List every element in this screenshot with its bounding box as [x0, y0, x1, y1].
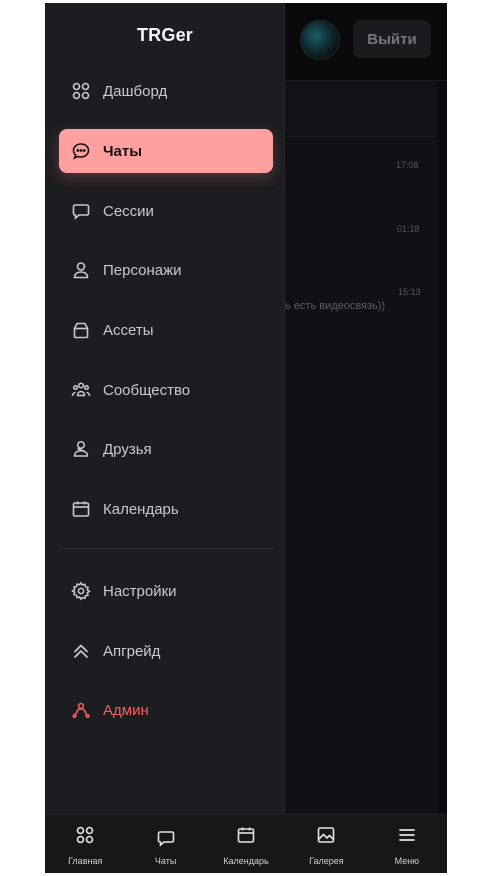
- drawer-item-chats[interactable]: Чаты: [59, 129, 273, 173]
- drawer-item-assets[interactable]: Ассеты: [59, 308, 273, 352]
- drawer-item-label: Админ: [103, 701, 149, 719]
- chat-time: 15:13: [398, 287, 421, 297]
- bottom-nav-home[interactable]: Главная: [45, 815, 125, 873]
- drawer-item-label: Друзья: [103, 440, 152, 458]
- drawer-item-label: Календарь: [103, 500, 179, 518]
- drawer-item-sessions[interactable]: Сессии: [59, 189, 273, 233]
- bottom-nav-menu[interactable]: Меню: [367, 815, 447, 873]
- calendar-icon: [236, 825, 256, 850]
- bottom-nav-label: Галерея: [309, 856, 344, 866]
- chat-last-message: ь есть видеосвязь)): [285, 300, 386, 312]
- drawer-item-label: Дашборд: [103, 82, 168, 100]
- bottom-nav-label: Календарь: [223, 856, 269, 866]
- logout-button[interactable]: Выйти: [353, 20, 431, 58]
- friends-icon: [71, 439, 91, 459]
- chat-list-panel: [285, 81, 437, 814]
- app-screen: Выйти 17:08 01:18 15:13 ь есть видеосвяз…: [45, 3, 447, 873]
- message-square-icon: [156, 825, 176, 853]
- grid-icon: [75, 825, 95, 850]
- app-title: TRGer: [136, 25, 193, 45]
- image-icon: [316, 825, 336, 850]
- drawer-item-dashboard[interactable]: Дашборд: [59, 69, 273, 113]
- grid-icon: [71, 81, 91, 101]
- calendar-icon: [71, 499, 91, 519]
- admin-icon: [71, 700, 91, 720]
- bottom-nav-chats[interactable]: Чаты: [125, 815, 205, 873]
- drawer-divider: [59, 548, 273, 549]
- chat-time: 01:18: [397, 224, 420, 234]
- drawer-item-settings[interactable]: Настройки: [59, 569, 273, 613]
- users-icon: [71, 380, 91, 400]
- side-drawer: TRGer Дашборд Чаты Сессии Персонажи Ассе…: [45, 3, 285, 814]
- drawer-item-label: Сообщество: [103, 381, 191, 399]
- chat-time: 17:08: [396, 160, 419, 170]
- user-icon: [71, 260, 91, 280]
- drawer-item-label: Сессии: [103, 202, 154, 220]
- chat-bubble-icon: [71, 141, 91, 161]
- drawer-item-admin[interactable]: Админ: [59, 688, 273, 732]
- drawer-item-characters[interactable]: Персонажи: [59, 248, 273, 292]
- gear-icon: [71, 581, 91, 601]
- drawer-item-label: Настройки: [103, 582, 177, 600]
- bottom-nav-label: Главная: [68, 856, 103, 866]
- message-square-icon: [71, 201, 91, 221]
- chevrons-up-icon: [71, 641, 91, 661]
- drawer-item-label: Апгрейд: [103, 642, 161, 660]
- drawer-item-label: Чаты: [103, 142, 143, 160]
- drawer-item-community[interactable]: Сообщество: [59, 368, 273, 412]
- avatar[interactable]: [300, 20, 340, 60]
- drawer-item-calendar[interactable]: Календарь: [59, 487, 273, 531]
- drawer-item-upgrade[interactable]: Апгрейд: [59, 629, 273, 673]
- drawer-item-label: Ассеты: [103, 321, 154, 339]
- bottom-nav-label: Чаты: [154, 856, 177, 866]
- menu-icon: [397, 825, 417, 850]
- bottom-nav-gallery[interactable]: Галерея: [286, 815, 366, 873]
- package-icon: [71, 320, 91, 340]
- bottom-nav-calendar[interactable]: Календарь: [206, 815, 286, 873]
- bottom-nav-label: Меню: [394, 856, 419, 866]
- drawer-item-label: Персонажи: [103, 261, 182, 279]
- chat-list-toolbar: [285, 81, 437, 137]
- drawer-item-friends[interactable]: Друзья: [59, 427, 273, 471]
- bottom-navigation: Главная Чаты Календарь Галерея Меню: [45, 814, 447, 873]
